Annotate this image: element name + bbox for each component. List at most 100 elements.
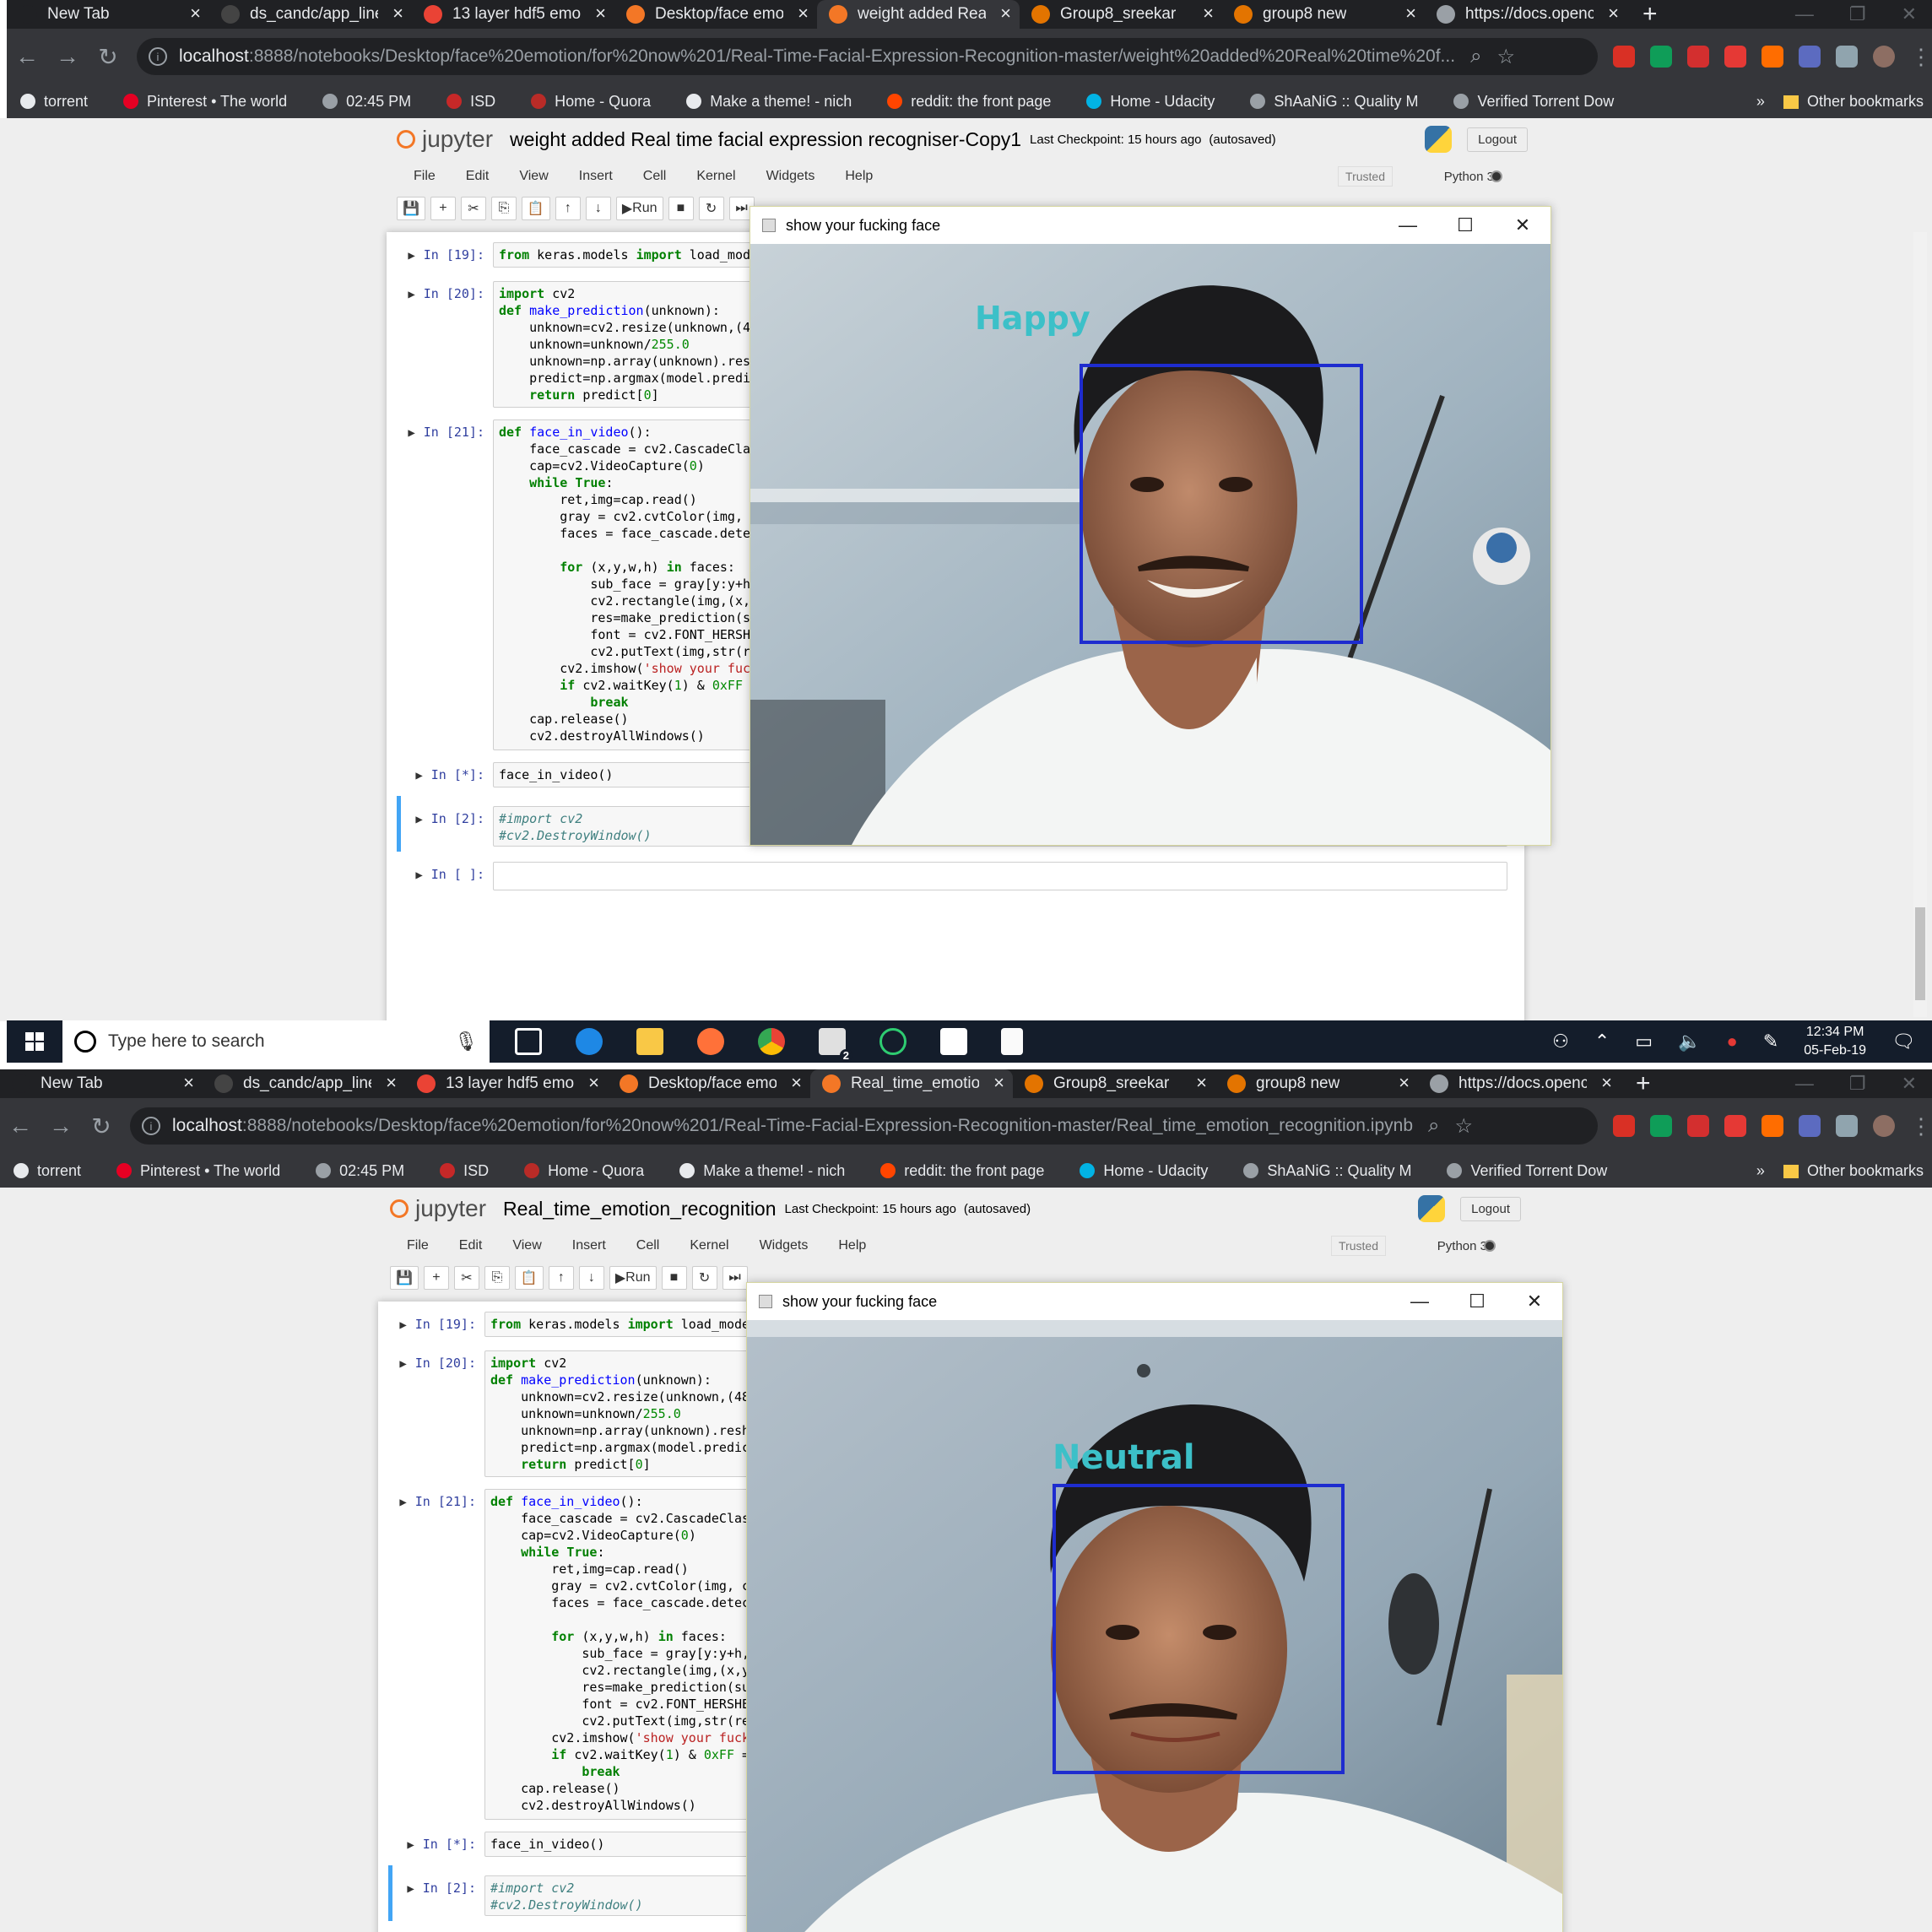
start-button[interactable] [7, 1020, 62, 1063]
restore-icon[interactable]: ❐ [1849, 1073, 1866, 1095]
adblock-icon[interactable] [1687, 46, 1709, 68]
network-icon[interactable]: ● [1727, 1031, 1738, 1053]
bookmark-item[interactable]: Home - Udacity [1073, 93, 1215, 111]
close-icon[interactable]: ✕ [1902, 3, 1917, 25]
battery-icon[interactable]: ▭ [1635, 1031, 1653, 1053]
minimize-icon[interactable]: — [1380, 207, 1436, 244]
fast-forward-icon[interactable]: ⏭ [722, 1266, 748, 1290]
extension-icon[interactable] [1613, 1115, 1635, 1137]
menu-kernel[interactable]: Kernel [690, 1238, 728, 1253]
info-icon[interactable]: i [149, 47, 167, 66]
close-icon[interactable]: ✕ [1495, 207, 1550, 244]
opencv-window[interactable]: show your fucking face — ☐ ✕ [750, 206, 1551, 846]
menu-cell[interactable]: Cell [636, 1238, 660, 1253]
close-tab-icon[interactable]: × [791, 1072, 802, 1094]
logout-button[interactable]: Logout [1460, 1196, 1521, 1221]
close-icon[interactable]: ✕ [1902, 1073, 1917, 1095]
restart-icon[interactable]: ↻ [698, 197, 724, 220]
other-bookmarks[interactable]: Other bookmarks [1783, 93, 1924, 111]
move-up-icon[interactable]: ↑ [555, 197, 581, 220]
browser-tab[interactable]: Desktop/face emo × [608, 1069, 810, 1098]
bookmark-item[interactable]: ISD [433, 93, 495, 111]
stop-icon[interactable]: ■ [661, 1266, 687, 1290]
minimize-icon[interactable]: — [1392, 1283, 1448, 1320]
chevron-up-icon[interactable]: ⌃ [1594, 1031, 1610, 1053]
stop-icon[interactable]: ■ [668, 197, 694, 220]
pocket-icon[interactable] [1724, 1115, 1746, 1137]
chrome-icon[interactable] [758, 1028, 785, 1055]
browser-tab[interactable]: New Tab × [0, 1069, 203, 1098]
cut-icon[interactable]: ✂ [460, 197, 486, 220]
close-tab-icon[interactable]: × [1000, 3, 1011, 24]
copy-icon[interactable]: ⎘ [490, 197, 517, 220]
taskbar-search[interactable]: Type here to search 🎙 [62, 1020, 490, 1063]
menu-widgets[interactable]: Widgets [760, 1238, 809, 1253]
menu-view[interactable]: View [512, 1238, 541, 1253]
avatar[interactable] [1873, 46, 1895, 68]
menu-help[interactable]: Help [838, 1238, 866, 1253]
menu-icon[interactable]: ⋮ [1910, 46, 1932, 68]
save-icon[interactable]: 💾 [397, 197, 425, 220]
url-bar[interactable]: i localhost :8888/notebooks/Desktop/face… [130, 1107, 1598, 1145]
bookmark-item[interactable]: Home - Quora [511, 1162, 644, 1180]
jupyter-logo[interactable]: jupyter [397, 126, 493, 153]
move-down-icon[interactable]: ↓ [578, 1266, 604, 1290]
close-tab-icon[interactable]: × [183, 1072, 194, 1094]
bookmark-item[interactable]: reddit: the front page [867, 1162, 1044, 1180]
notebook-title[interactable]: Real_time_emotion_recognition [503, 1198, 776, 1220]
browser-tab[interactable]: Real_time_emotio × [810, 1069, 1013, 1098]
extension-icon[interactable] [1762, 46, 1783, 68]
forward-icon[interactable]: → [41, 1112, 81, 1139]
cut-icon[interactable]: ✂ [453, 1266, 479, 1290]
notebook-title[interactable]: weight added Real time facial expression… [510, 128, 1021, 151]
browser-tab[interactable]: ds_candc/app_line × [209, 0, 412, 29]
maximize-icon[interactable]: ☐ [1437, 207, 1493, 244]
close-tab-icon[interactable]: × [190, 3, 201, 24]
move-down-icon[interactable]: ↓ [585, 197, 611, 220]
menu-file[interactable]: File [407, 1238, 429, 1253]
menu-edit[interactable]: Edit [459, 1238, 483, 1253]
bookmark-item[interactable]: Make a theme! - nich [673, 93, 852, 111]
maximize-icon[interactable]: ☐ [1449, 1283, 1505, 1320]
bookmark-item[interactable]: torrent [7, 93, 88, 111]
cell-input[interactable] [493, 862, 1507, 890]
url-bar[interactable]: i localhost :8888/notebooks/Desktop/face… [137, 38, 1598, 75]
browser-tab[interactable]: group8 new × [1222, 0, 1425, 29]
extension-icon[interactable] [1650, 1115, 1672, 1137]
menu-view[interactable]: View [519, 169, 548, 184]
menu-file[interactable]: File [414, 169, 436, 184]
bookmark-item[interactable]: Verified Torrent Dow [1433, 1162, 1607, 1180]
close-tab-icon[interactable]: × [1196, 1072, 1207, 1094]
trusted-badge[interactable]: Trusted [1331, 1236, 1386, 1256]
zoom-icon[interactable]: ⌕ [1428, 1114, 1439, 1138]
jupyter-logo[interactable]: jupyter [390, 1195, 486, 1222]
star-icon[interactable]: ☆ [1497, 45, 1516, 69]
close-tab-icon[interactable]: × [386, 1072, 397, 1094]
zoom-icon[interactable]: ⌕ [1470, 45, 1481, 68]
bookmark-item[interactable]: ShAaNiG :: Quality M [1237, 93, 1418, 111]
opencv-window[interactable]: show your fucking face — ☐ ✕ [746, 1282, 1563, 1932]
window-titlebar[interactable]: show your fucking face — ☐ ✕ [747, 1283, 1562, 1320]
scrollbar[interactable] [1913, 232, 1927, 1017]
add-cell-icon[interactable]: + [423, 1266, 449, 1290]
close-tab-icon[interactable]: × [798, 3, 809, 24]
bookmark-item[interactable]: ShAaNiG :: Quality M [1230, 1162, 1411, 1180]
extension-icon[interactable] [1762, 1115, 1783, 1137]
sync-icon[interactable] [879, 1028, 906, 1055]
browser-tab[interactable]: Group8_sreekar × [1020, 0, 1222, 29]
browser-tab[interactable]: weight added Rea × [817, 0, 1020, 29]
pocket-icon[interactable] [1724, 46, 1746, 68]
scrollbar-thumb[interactable] [1915, 907, 1925, 1000]
adblock-icon[interactable] [1687, 1115, 1709, 1137]
other-bookmarks[interactable]: Other bookmarks [1783, 1162, 1924, 1180]
menu-icon[interactable]: ⋮ [1910, 1115, 1932, 1137]
browser-tab[interactable]: https://docs.openc × [1425, 0, 1627, 29]
reload-icon[interactable]: ↻ [81, 1112, 122, 1140]
close-tab-icon[interactable]: × [595, 3, 606, 24]
notepad-icon[interactable] [1001, 1028, 1023, 1055]
extension-icon[interactable] [1650, 46, 1672, 68]
restart-icon[interactable]: ↻ [691, 1266, 717, 1290]
browser-tab[interactable]: New Tab × [7, 0, 209, 29]
browser-tab[interactable]: https://docs.openc × [1418, 1069, 1621, 1098]
menu-help[interactable]: Help [845, 169, 873, 184]
